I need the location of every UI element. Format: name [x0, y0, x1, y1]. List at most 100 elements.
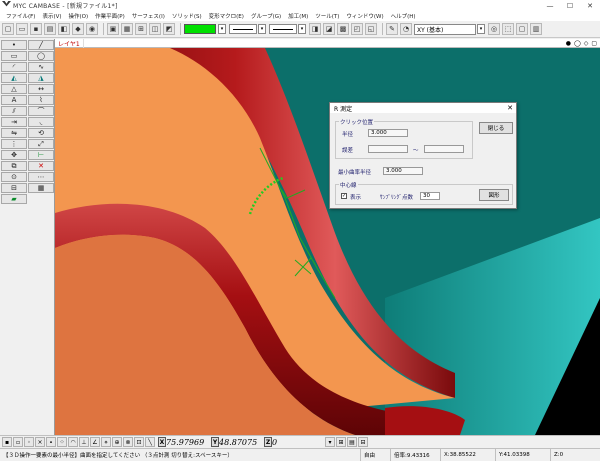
menu-operation[interactable]: 操作(O) — [69, 12, 89, 20]
diagram-button[interactable]: 図形 — [479, 189, 509, 201]
menu-help[interactable]: ヘルプ(H) — [391, 12, 416, 20]
layer-icon[interactable]: ◨ — [309, 23, 321, 35]
delete-tool-icon[interactable]: ✕ — [28, 161, 54, 171]
snap-abs-icon[interactable]: ⊡ — [134, 437, 144, 447]
x-coordinate-input[interactable]: 75.97969 — [166, 438, 206, 447]
plane-settings-icon[interactable]: ◎ — [488, 23, 500, 35]
color-dropdown-icon[interactable]: ▾ — [218, 24, 226, 34]
shade-wire-icon[interactable]: ◯ — [574, 40, 581, 47]
text-tool-icon[interactable]: A — [1, 95, 27, 105]
curve-tool-icon[interactable]: ∿ — [28, 62, 54, 72]
sweep-surface-icon[interactable]: ◮ — [28, 73, 54, 83]
menu-surface[interactable]: サーフェス(I) — [132, 12, 165, 20]
plane-select[interactable]: XY (基本) — [414, 23, 476, 35]
rotate-tool-icon[interactable]: ⟲ — [28, 128, 54, 138]
snap-line-icon[interactable]: ╲ — [145, 437, 155, 447]
shade-box-icon[interactable]: ▢ — [591, 40, 597, 47]
sampling-count-input[interactable]: 30 — [420, 192, 440, 200]
zoom-all-icon[interactable]: ▢ — [516, 23, 528, 35]
close-button[interactable]: ✕ — [580, 0, 600, 11]
snap-perp-icon[interactable]: ⊥ — [79, 437, 89, 447]
menu-transform-macro[interactable]: 変形マクロ(E) — [209, 12, 244, 20]
zoom-window-icon[interactable]: ⬚ — [502, 23, 514, 35]
menu-tools[interactable]: ツール(T) — [315, 12, 339, 20]
snap-center-icon[interactable]: ◦ — [24, 437, 34, 447]
view-front-icon[interactable]: ▣ — [107, 23, 119, 35]
coord-history-icon[interactable]: ▤ — [347, 437, 357, 447]
color-swatch[interactable] — [184, 24, 216, 34]
menu-view[interactable]: 表示(V) — [42, 12, 61, 20]
model-viewport[interactable] — [55, 48, 600, 435]
menu-file[interactable]: ファイル(F) — [6, 12, 35, 20]
offset-tool-icon[interactable]: ⫽ — [1, 106, 27, 116]
menu-solid[interactable]: ソリッド(S) — [172, 12, 202, 20]
ellipse-tool-icon[interactable]: ◯ — [28, 51, 54, 61]
hole-tool-icon[interactable]: ⊙ — [1, 172, 27, 182]
view-shade-icon[interactable]: ◩ — [163, 23, 175, 35]
shade-edge-icon[interactable]: ◇ — [584, 40, 589, 47]
snap-mid-icon[interactable]: ▫ — [13, 437, 23, 447]
measure-tool-icon[interactable]: ⊢ — [28, 150, 54, 160]
view-fit-icon[interactable]: ⊞ — [135, 23, 147, 35]
y-coordinate-input[interactable]: 48.87075 — [219, 438, 259, 447]
export-icon[interactable]: ◧ — [58, 23, 70, 35]
snap-grid-icon[interactable]: ⁘ — [57, 437, 67, 447]
coord-options-icon[interactable]: ⊟ — [358, 437, 368, 447]
shade-solid-icon[interactable]: ● — [566, 40, 571, 47]
save-icon[interactable]: ▪ — [30, 23, 42, 35]
grid-snap-icon[interactable]: ▩ — [337, 23, 349, 35]
line-width-select[interactable] — [269, 24, 297, 34]
snap-tangent-icon[interactable]: ◠ — [68, 437, 78, 447]
pattern-tool-icon[interactable]: ⋯ — [28, 172, 54, 182]
menu-window[interactable]: ウィンドウ(W) — [346, 12, 383, 20]
move-tool-icon[interactable]: ✥ — [1, 150, 27, 160]
close-dialog-button[interactable]: 閉じる — [479, 122, 513, 134]
rectangle-tool-icon[interactable]: ▭ — [1, 51, 27, 61]
measure-icon[interactable]: ◱ — [365, 23, 377, 35]
line-type-select[interactable] — [229, 24, 257, 34]
polygon-tool-icon[interactable]: △ — [1, 84, 27, 94]
spline-tool-icon[interactable]: ⌇ — [28, 95, 54, 105]
tool-path-icon[interactable]: ✎ — [386, 23, 398, 35]
menu-machining[interactable]: 加工(M) — [288, 12, 308, 20]
arc-tool-icon[interactable]: ◜ — [1, 62, 27, 72]
view-grid-icon[interactable]: ▦ — [121, 23, 133, 35]
show-center-line-checkbox[interactable]: ✓ — [341, 193, 347, 199]
dialog-close-icon[interactable]: ✕ — [504, 104, 516, 112]
mirror-tool-icon[interactable]: ⇋ — [1, 128, 27, 138]
snap-origin-icon[interactable]: ⊗ — [123, 437, 133, 447]
plane-dropdown-icon[interactable]: ▾ — [477, 24, 485, 34]
surface-tool-icon[interactable]: ◭ — [1, 73, 27, 83]
snap-relative-icon[interactable]: ⊕ — [112, 437, 122, 447]
point-tool-icon[interactable]: • — [1, 40, 27, 50]
dimension-tool-icon[interactable]: ↔ — [28, 84, 54, 94]
redraw-icon[interactable]: ▥ — [530, 23, 542, 35]
scale-tool-icon[interactable]: ⤢ — [28, 139, 54, 149]
line-tool-icon[interactable]: ╱ — [28, 40, 54, 50]
settings-icon[interactable]: ◉ — [86, 23, 98, 35]
menu-work-plane[interactable]: 作業平面(P) — [95, 12, 125, 20]
coord-dropdown-icon[interactable]: ▾ — [325, 437, 335, 447]
open-folder-icon[interactable]: ▭ — [16, 23, 28, 35]
view-iso-icon[interactable]: ◫ — [149, 23, 161, 35]
tab-layer-1[interactable]: レイヤ1 — [55, 38, 84, 48]
group-tool-icon[interactable]: ⧉ — [1, 161, 27, 171]
snap-near-icon[interactable]: ∙ — [46, 437, 56, 447]
snap-free-icon[interactable]: ⋄ — [101, 437, 111, 447]
fillet-tool-icon[interactable]: ◟ — [28, 117, 54, 127]
coord-apply-icon[interactable]: ⊞ — [336, 437, 346, 447]
snap-end-icon[interactable]: ▪ — [2, 437, 12, 447]
maximize-button[interactable]: ☐ — [560, 0, 580, 11]
new-file-icon[interactable]: ▢ — [2, 23, 14, 35]
trim-tool-icon[interactable]: ⌒ — [28, 106, 54, 116]
z-coordinate-input[interactable]: 0 — [272, 438, 322, 447]
line-type-dropdown-icon[interactable]: ▾ — [258, 24, 266, 34]
extend-tool-icon[interactable]: ⇥ — [1, 117, 27, 127]
minimize-button[interactable]: — — [540, 0, 560, 11]
snap-intersect-icon[interactable]: × — [35, 437, 45, 447]
dimension-icon[interactable]: ◰ — [351, 23, 363, 35]
snap-icon[interactable]: ◪ — [323, 23, 335, 35]
menu-group[interactable]: グループ(G) — [251, 12, 281, 20]
snap-angle-icon[interactable]: ∠ — [90, 437, 100, 447]
print-icon[interactable]: ▤ — [44, 23, 56, 35]
